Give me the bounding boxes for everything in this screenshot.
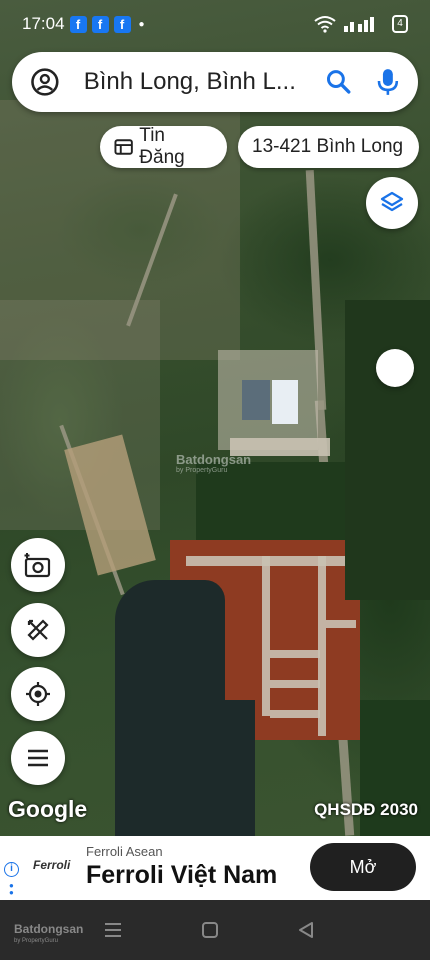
- status-bar: 17:04 f f f ● 4: [0, 0, 430, 48]
- my-location-button[interactable]: [11, 667, 65, 721]
- ad-banner[interactable]: i ● ● Ferroli Ferroli Asean Ferroli Việt …: [0, 836, 430, 900]
- facebook-notification-icon: f: [69, 15, 87, 33]
- layers-button[interactable]: [366, 177, 418, 229]
- nav-brand: Batdongsan by PropertyGuru: [14, 920, 83, 944]
- ad-advertiser: Ferroli Asean: [86, 844, 163, 859]
- battery-icon: 4: [392, 15, 408, 33]
- back-icon[interactable]: [296, 920, 316, 940]
- watermark-text: Batdongsan: [176, 452, 252, 467]
- home-icon[interactable]: [201, 921, 219, 939]
- menu-button[interactable]: [11, 731, 65, 785]
- ad-headline: Ferroli Việt Nam: [86, 861, 278, 889]
- ruler-pencil-icon: [27, 619, 49, 641]
- listing-icon: [114, 139, 133, 155]
- signal-icon: [344, 17, 374, 32]
- chip-location[interactable]: 13-421 Bình Long: [238, 126, 419, 168]
- facebook-notification-icon: f: [113, 15, 131, 33]
- search-bar[interactable]: Bình Long, Bình L...: [12, 52, 418, 112]
- nav-brand-text: Batdongsan: [14, 922, 84, 936]
- search-icon[interactable]: [326, 69, 352, 95]
- ad-open-button[interactable]: Mở: [310, 843, 416, 891]
- measure-tool-button[interactable]: [11, 603, 65, 657]
- recent-apps-icon[interactable]: [103, 920, 123, 940]
- dot-icon: ●: [138, 18, 145, 30]
- facebook-notification-icon: f: [91, 15, 109, 33]
- google-logo: Google: [8, 796, 88, 822]
- layers-icon: [380, 191, 404, 212]
- search-input[interactable]: Bình Long, Bình L...: [84, 68, 317, 96]
- chip-listings[interactable]: Tin Đăng: [100, 125, 227, 168]
- chip-label: Tin Đăng: [139, 125, 185, 168]
- menu-icon: [28, 749, 48, 767]
- photo-search-button[interactable]: [11, 538, 65, 592]
- watermark-sub: by PropertyGuru: [176, 467, 228, 474]
- clock: 17:04: [22, 14, 65, 33]
- watermark: Batdongsan by PropertyGuru: [176, 452, 251, 474]
- wifi-icon: [314, 16, 336, 33]
- map-layer-label: QHSDĐ 2030: [314, 800, 418, 819]
- ad-text: Ferroli Asean Ferroli Việt Nam: [86, 844, 277, 890]
- ad-choices-icon[interactable]: ● ●: [9, 882, 14, 897]
- microphone-icon[interactable]: [376, 67, 400, 97]
- location-target-icon: [26, 682, 50, 706]
- chip-label: 13-421 Bình Long: [252, 136, 404, 157]
- navigation-bar: Batdongsan by PropertyGuru: [0, 900, 430, 960]
- map-scroll-handle[interactable]: [376, 349, 414, 387]
- account-icon[interactable]: [30, 67, 60, 97]
- advertiser-logo: Ferroli: [33, 858, 71, 872]
- nav-brand-sub: by PropertyGuru: [14, 938, 59, 944]
- camera-add-icon: [24, 553, 51, 578]
- info-icon[interactable]: i: [4, 862, 19, 877]
